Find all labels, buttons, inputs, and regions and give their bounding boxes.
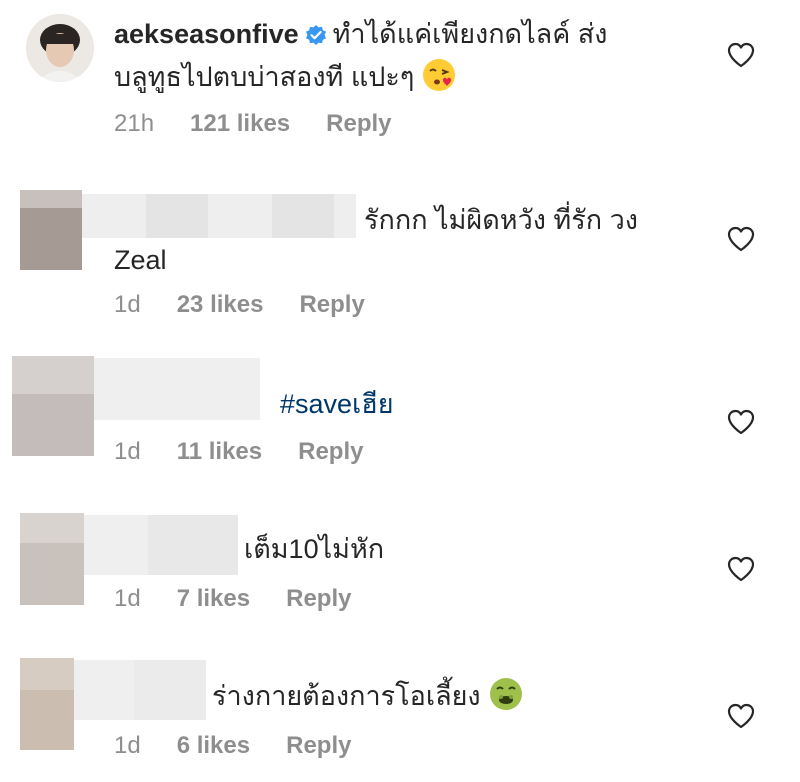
comment-item: รักกก ไม่ผิดหวัง ที่รัก วง Zeal 1d 23 lik… xyxy=(0,170,800,350)
avatar[interactable] xyxy=(20,513,84,605)
comment-meta: 1d 7 likes Reply xyxy=(114,585,351,613)
comment-time: 1d xyxy=(114,438,141,465)
comment-item: เต็ม10ไม่หัก 1d 7 likes Reply xyxy=(0,495,800,640)
comment-meta: 1d 11 likes Reply xyxy=(114,438,363,466)
comment-meta: 1d 6 likes Reply xyxy=(114,732,351,760)
hashtag-link[interactable]: #saveเฮีย xyxy=(280,389,394,419)
likes-count[interactable]: 7 likes xyxy=(177,585,250,613)
avatar[interactable] xyxy=(20,190,82,270)
reply-button[interactable]: Reply xyxy=(326,110,391,138)
heart-icon[interactable] xyxy=(727,226,755,252)
comment-time: 21h xyxy=(114,110,155,137)
redacted-username xyxy=(94,358,260,420)
comment-item: aekseasonfive ทำได้แค่เพียงกดไลค์ ส่ง บลู… xyxy=(0,0,800,170)
comment-text: aekseasonfive ทำได้แค่เพียงกดไลค์ ส่ง บลู… xyxy=(114,14,714,103)
comment-body-line1: เต็ม10ไม่หัก xyxy=(244,534,385,564)
comment-username[interactable]: aekseasonfive xyxy=(114,19,299,49)
likes-count[interactable]: 11 likes xyxy=(177,438,262,466)
heart-icon[interactable] xyxy=(727,556,755,582)
comment-meta: 21h 121 likes Reply xyxy=(114,110,392,138)
reply-button[interactable]: Reply xyxy=(286,585,351,613)
redacted-username xyxy=(84,515,238,575)
comment-item: ร่างกายต้องการโอเลี้ยง 1d 6 likes Reply xyxy=(0,640,800,782)
likes-count[interactable]: 6 likes xyxy=(177,732,250,760)
comment-time: 1d xyxy=(114,291,141,318)
likes-count[interactable]: 23 likes xyxy=(177,291,264,319)
avatar[interactable] xyxy=(26,14,94,82)
nauseated-face-emoji xyxy=(489,677,523,722)
avatar[interactable] xyxy=(20,658,74,750)
comment-body-line2: Zeal xyxy=(114,245,167,275)
verified-badge-icon xyxy=(305,17,327,57)
comment-text: รักกก ไม่ผิดหวัง ที่รัก วง Zeal xyxy=(114,200,714,280)
reply-button[interactable]: Reply xyxy=(298,438,363,466)
heart-icon[interactable] xyxy=(727,409,755,435)
heart-icon[interactable] xyxy=(727,42,755,68)
comment-body-line1: รักกก ไม่ผิดหวัง ที่รัก วง xyxy=(364,205,638,235)
reply-button[interactable]: Reply xyxy=(299,291,364,319)
heart-icon[interactable] xyxy=(727,703,755,729)
comment-text: เต็ม10ไม่หัก xyxy=(244,529,384,569)
likes-count[interactable]: 121 likes xyxy=(190,110,290,138)
comment-meta: 1d 23 likes Reply xyxy=(114,291,365,319)
comment-body-line2: บลูทูธไปตบบ่าสองที แปะๆ xyxy=(114,62,415,92)
avatar[interactable] xyxy=(12,356,94,456)
comment-item: #saveเฮีย 1d 11 likes Reply xyxy=(0,350,800,495)
comment-text: ร่างกายต้องการโอเลี้ยง xyxy=(212,676,523,722)
comment-time: 1d xyxy=(114,585,141,612)
redacted-username xyxy=(74,660,206,720)
comment-body-line1: ทำได้แค่เพียงกดไลค์ ส่ง xyxy=(332,19,608,49)
face-blowing-kiss-emoji xyxy=(422,58,456,103)
comment-body-line1: ร่างกายต้องการโอเลี้ยง xyxy=(212,681,481,711)
comment-text: #saveเฮีย xyxy=(280,384,394,424)
reply-button[interactable]: Reply xyxy=(286,732,351,760)
comment-time: 1d xyxy=(114,732,141,759)
